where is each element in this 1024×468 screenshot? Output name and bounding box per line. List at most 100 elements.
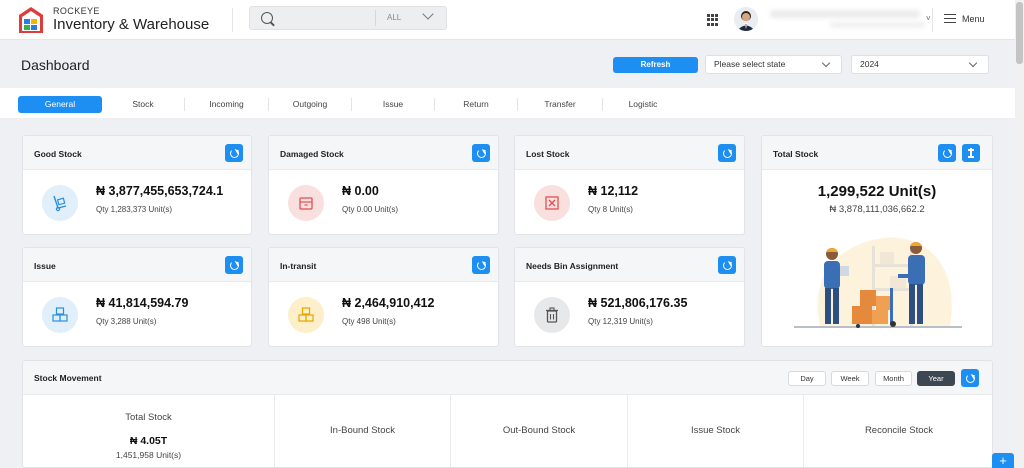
tab-transfer[interactable]: Transfer (518, 96, 602, 113)
trash-icon (534, 297, 570, 333)
brand-small: ROCKEYE (53, 6, 100, 16)
card-title: In-transit (280, 261, 317, 271)
card-title: Issue (34, 261, 56, 271)
issue-stock-label: Issue Stock (690, 425, 741, 436)
lost-stock-card: Lost Stock ₦ 12,112 Qty 8 Unit(s) (514, 135, 745, 235)
tab-stock[interactable]: Stock (102, 96, 184, 113)
tab-outgoing[interactable]: Outgoing (269, 96, 351, 113)
period-month-button[interactable]: Month (875, 371, 912, 386)
scrollbar-thumb[interactable] (1016, 2, 1023, 64)
card-header: Needs Bin Assignment (515, 248, 744, 282)
card-header: Total Stock (762, 136, 992, 170)
in-transit-amount: ₦ 2,464,910,412 (342, 296, 435, 310)
lost-stock-refresh-button[interactable] (718, 144, 736, 162)
chevron-down-icon (968, 58, 978, 68)
card-header: Lost Stock (515, 136, 744, 170)
tab-return[interactable]: Return (435, 96, 517, 113)
lost-stock-qty: Qty 8 Unit(s) (588, 205, 633, 214)
boxes-icon (42, 297, 78, 333)
card-title: Stock Movement (34, 373, 102, 383)
period-year-button[interactable]: Year (917, 371, 955, 386)
user-avatar-icon (734, 7, 758, 31)
total-stock-refresh-button[interactable] (938, 144, 956, 162)
user-name-redacted (770, 10, 920, 18)
search-scope-select[interactable]: ALL (387, 13, 401, 22)
chevron-down-icon[interactable] (422, 8, 434, 20)
good-stock-amount: ₦ 3,877,455,653,724.1 (96, 184, 224, 198)
in-bound-stock-label: In-Bound Stock (330, 425, 395, 436)
menu-button[interactable]: Menu (962, 14, 985, 24)
good-stock-qty: Qty 1,283,373 Unit(s) (96, 205, 173, 214)
search-bar[interactable]: ALL (249, 6, 447, 30)
card-title: Lost Stock (526, 149, 570, 159)
period-week-button[interactable]: Week (831, 371, 869, 386)
total-stock-card: Total Stock 1,299,522 Unit(s) ₦ 3,878,11… (761, 135, 993, 347)
warehouse-workers-illustration (794, 237, 962, 328)
stock-movement-refresh-button[interactable] (961, 369, 979, 387)
x-box-icon (534, 185, 570, 221)
user-menu-caret-icon[interactable]: ˅ (926, 14, 931, 23)
card-header: In-transit (269, 248, 498, 282)
issue-amount: ₦ 41,814,594.79 (96, 296, 189, 310)
user-role-redacted (830, 22, 925, 28)
stock-movement-card: Stock Movement Day Week Month Year Total… (22, 360, 993, 468)
state-select[interactable]: Please select state (705, 55, 842, 74)
chevron-down-icon (821, 58, 831, 68)
lost-stock-amount: ₦ 12,112 (588, 184, 639, 198)
tab-general[interactable]: General (18, 96, 102, 113)
out-bound-stock-column: Out-Bound Stock (451, 395, 628, 467)
issue-qty: Qty 3,288 Unit(s) (96, 317, 157, 326)
card-header: Damaged Stock (269, 136, 498, 170)
state-select-value: Please select state (714, 59, 786, 69)
card-header: Good Stock (23, 136, 251, 170)
reconcile-stock-column: Reconcile Stock (804, 395, 992, 467)
issue-stock-column: Issue Stock (628, 395, 804, 467)
hamburger-icon[interactable] (944, 14, 956, 24)
damaged-stock-amount: ₦ 0.00 (342, 184, 379, 198)
needs-bin-assignment-card: Needs Bin Assignment ₦ 521,806,176.35 Qt… (514, 247, 745, 347)
reconcile-stock-label: Reconcile Stock (864, 425, 934, 436)
card-header: Issue (23, 248, 251, 282)
total-stock-value: ₦ 3,878,111,036,662.2 (829, 204, 925, 215)
good-stock-card: Good Stock ₦ 3,877,455,653,724.1 Qty 1,2… (22, 135, 252, 235)
needs-bin-refresh-button[interactable] (718, 256, 736, 274)
brand-name: Inventory & Warehouse (53, 16, 210, 33)
divider (232, 8, 233, 32)
in-transit-card: In-transit ₦ 2,464,910,412 Qty 498 Unit(… (268, 247, 499, 347)
search-icon (261, 12, 273, 24)
app-logo-icon (19, 7, 43, 33)
year-select[interactable]: 2024 (851, 55, 989, 74)
boxes-icon (288, 297, 324, 333)
page-title: Dashboard (21, 57, 90, 73)
total-stock-column: Total Stock ₦ 4.05T 1,451,958 Unit(s) (23, 395, 275, 467)
apps-grid-icon[interactable] (707, 14, 719, 26)
total-stock-movement-amount: ₦ 4.05T (129, 435, 168, 447)
period-day-button[interactable]: Day (788, 371, 826, 386)
total-stock-units: 1,299,522 Unit(s) (817, 183, 937, 200)
tab-logistic[interactable]: Logistic (603, 96, 683, 113)
damaged-stock-refresh-button[interactable] (472, 144, 490, 162)
damaged-stock-card: Damaged Stock ₦ 0.00 Qty 0.00 Unit(s) (268, 135, 499, 235)
good-stock-refresh-button[interactable] (225, 144, 243, 162)
tab-bar: General Stock Incoming Outgoing Issue Re… (0, 88, 1015, 118)
card-title: Damaged Stock (280, 149, 344, 159)
issue-refresh-button[interactable] (225, 256, 243, 274)
in-bound-stock-column: In-Bound Stock (275, 395, 451, 467)
total-stock-export-button[interactable] (962, 144, 980, 162)
tab-issue[interactable]: Issue (352, 96, 434, 113)
avatar[interactable] (734, 7, 758, 31)
tab-incoming[interactable]: Incoming (185, 96, 268, 113)
box-icon (288, 185, 324, 221)
out-bound-stock-label: Out-Bound Stock (502, 425, 576, 436)
in-transit-qty: Qty 498 Unit(s) (342, 317, 396, 326)
total-stock-label: Total Stock (125, 412, 172, 423)
in-transit-refresh-button[interactable] (472, 256, 490, 274)
issue-card: Issue ₦ 41,814,594.79 Qty 3,288 Unit(s) (22, 247, 252, 347)
page-scrollbar[interactable] (1015, 0, 1024, 468)
add-button[interactable]: + (992, 453, 1014, 468)
divider (375, 10, 376, 26)
card-title: Good Stock (34, 149, 82, 159)
total-stock-movement-qty: 1,451,958 Unit(s) (115, 450, 182, 460)
damaged-stock-qty: Qty 0.00 Unit(s) (342, 205, 399, 214)
refresh-button[interactable]: Refresh (613, 57, 698, 73)
